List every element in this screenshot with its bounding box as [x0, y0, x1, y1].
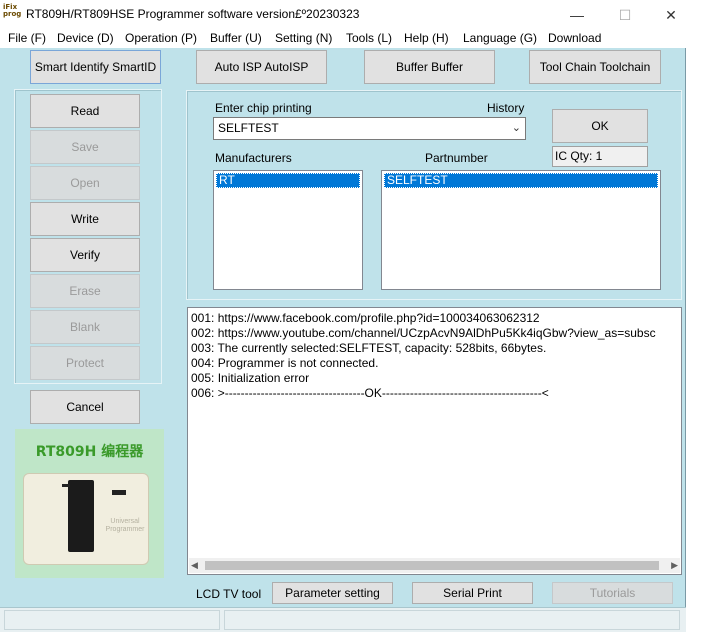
programmer-body: Universal Programmer: [23, 473, 149, 565]
log-line: 004: Programmer is not connected.: [191, 356, 379, 370]
smart-identify-button[interactable]: Smart Identify SmartID: [30, 50, 161, 84]
save-button[interactable]: Save: [30, 130, 140, 164]
serial-print-button[interactable]: Serial Print: [412, 582, 533, 604]
lcd-tv-tool-label: LCD TV tool: [196, 587, 262, 601]
menu-tools[interactable]: Tools (L): [346, 30, 392, 48]
manufacturers-label: Manufacturers: [215, 151, 292, 165]
maximize-icon[interactable]: ☐: [602, 0, 648, 30]
history-label: History: [487, 101, 525, 115]
programmer-image: RT809H 编程器 Universal Programmer: [15, 429, 164, 578]
menu-bar: File (F) Device (D) Operation (P) Buffer…: [0, 30, 686, 48]
status-bar: [0, 607, 686, 632]
log-line: 002: https://www.youtube.com/channel/UCz…: [191, 326, 656, 340]
read-button[interactable]: Read: [30, 94, 140, 128]
log-line: 001: https://www.facebook.com/profile.ph…: [191, 311, 540, 325]
log-output[interactable]: 001: https://www.facebook.com/profile.ph…: [187, 307, 682, 575]
log-line: 005: Initialization error: [191, 371, 310, 385]
menu-operation[interactable]: Operation (P): [125, 30, 197, 48]
blank-button[interactable]: Blank: [30, 310, 140, 344]
zif-socket: [62, 480, 94, 552]
list-item[interactable]: SELFTEST: [384, 173, 658, 188]
buffer-button[interactable]: Buffer Buffer: [364, 50, 495, 84]
app-logo-icon: iFix prog: [3, 3, 22, 18]
zif-lever: [62, 484, 70, 487]
menu-device[interactable]: Device (D): [57, 30, 114, 48]
scroll-right-icon[interactable]: ▶: [671, 560, 678, 571]
window-title: RT809H/RT809HSE Programmer software vers…: [26, 7, 360, 21]
menu-setting[interactable]: Setting (N): [275, 30, 332, 48]
enter-chip-label: Enter chip printing: [215, 101, 312, 115]
partnumber-list[interactable]: SELFTEST: [381, 170, 661, 290]
chip-search-value: SELFTEST: [218, 121, 279, 135]
log-line: 003: The currently selected:SELFTEST, ca…: [191, 341, 547, 355]
chip-search-input[interactable]: SELFTEST ⌄: [213, 117, 526, 140]
list-item[interactable]: RT: [216, 173, 360, 188]
tutorials-button[interactable]: Tutorials: [552, 582, 673, 604]
open-button[interactable]: Open: [30, 166, 140, 200]
menu-download[interactable]: Download: [548, 30, 601, 48]
menu-file[interactable]: File (F): [8, 30, 46, 48]
status-panel-left: [4, 610, 220, 630]
log-lines: 001: https://www.facebook.com/profile.ph…: [191, 311, 663, 401]
auto-isp-button[interactable]: Auto ISP AutoISP: [196, 50, 327, 84]
programmer-label: Universal Programmer: [105, 518, 145, 533]
desktop-background: [687, 0, 702, 632]
parameter-setting-button[interactable]: Parameter setting: [272, 582, 393, 604]
protect-button[interactable]: Protect: [30, 346, 140, 380]
cancel-button[interactable]: Cancel: [30, 390, 140, 424]
title-bar: iFix prog RT809H/RT809HSE Programmer sof…: [0, 0, 686, 30]
programmer-led: [112, 490, 126, 495]
menu-language[interactable]: Language (G): [463, 30, 537, 48]
toolchain-button[interactable]: Tool Chain Toolchain: [529, 50, 661, 84]
product-caption: RT809H 编程器: [35, 444, 144, 460]
scroll-thumb[interactable]: [205, 561, 659, 570]
menu-help[interactable]: Help (H): [404, 30, 449, 48]
app-window: iFix prog RT809H/RT809HSE Programmer sof…: [0, 0, 686, 632]
status-panel-right: [224, 610, 680, 630]
chevron-down-icon[interactable]: ⌄: [512, 118, 521, 138]
partnumber-label: Partnumber: [425, 151, 488, 165]
horizontal-scrollbar[interactable]: ◀ ▶: [189, 558, 680, 573]
manufacturers-list[interactable]: RT: [213, 170, 363, 290]
ok-button[interactable]: OK: [552, 109, 648, 143]
scroll-left-icon[interactable]: ◀: [191, 560, 198, 571]
minimize-icon[interactable]: —: [554, 0, 600, 30]
erase-button[interactable]: Erase: [30, 274, 140, 308]
ic-qty-display: IC Qty: 1: [552, 146, 648, 167]
write-button[interactable]: Write: [30, 202, 140, 236]
menu-buffer[interactable]: Buffer (U): [210, 30, 262, 48]
log-line: 006: >----------------------------------…: [191, 386, 549, 400]
verify-button[interactable]: Verify: [30, 238, 140, 272]
